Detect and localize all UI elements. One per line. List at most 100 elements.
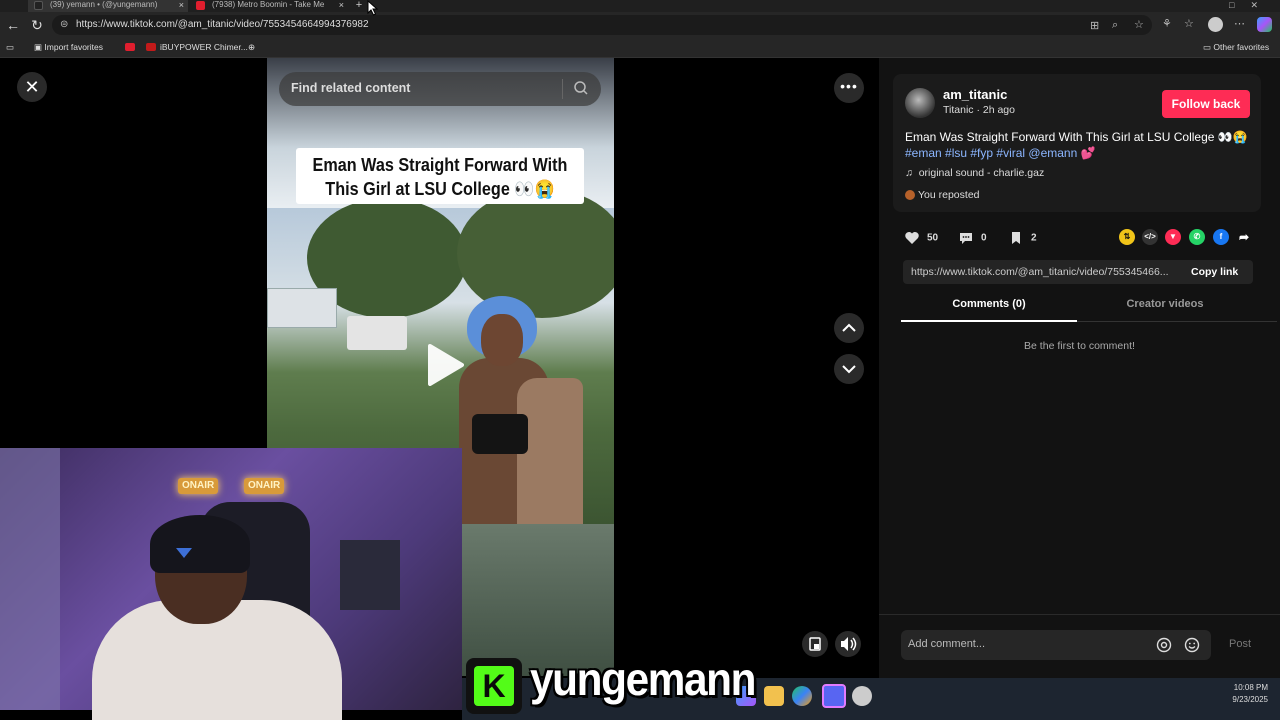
- comment-bar: Add comment... Post: [879, 614, 1280, 678]
- comment-input[interactable]: Add comment...: [901, 630, 1211, 660]
- browser-tab[interactable]: (7938) Metro Boomin - Take Me ×: [190, 0, 348, 12]
- pip-icon: [809, 637, 821, 651]
- favorites-icon[interactable]: ☆: [1184, 17, 1194, 30]
- import-favorites-link[interactable]: ▣ Import favorites: [34, 42, 103, 53]
- tab-comments[interactable]: Comments (0): [901, 298, 1077, 322]
- discord-icon[interactable]: [822, 684, 846, 708]
- repost-avatar-icon: [905, 190, 915, 201]
- volume-button[interactable]: [835, 631, 861, 657]
- chevron-down-icon: [842, 365, 856, 374]
- tab-creator-videos[interactable]: Creator videos: [1077, 298, 1253, 322]
- url-box[interactable]: ⊜ https://www.tiktok.com/@am_titanic/vid…: [52, 15, 1152, 35]
- zoom-icon[interactable]: ⌕: [1112, 19, 1118, 32]
- other-favorites-label: Other favorites: [1213, 42, 1270, 52]
- steam-icon[interactable]: [852, 686, 872, 706]
- copy-link-box: https://www.tiktok.com/@am_titanic/video…: [903, 260, 1253, 284]
- previous-video-button[interactable]: [834, 313, 864, 343]
- video-caption-text: Eman Was Straight Forward With This Girl…: [310, 153, 569, 201]
- url-text[interactable]: https://www.tiktok.com/@am_titanic/video…: [76, 19, 369, 30]
- sound-link[interactable]: ♫ original sound - charlie.gaz: [905, 167, 1044, 179]
- streamer-beanie: [150, 515, 250, 573]
- follow-back-button[interactable]: Follow back: [1162, 90, 1250, 118]
- bookmark-icon: [1012, 232, 1020, 244]
- clock-date: 9/23/2025: [1232, 695, 1268, 704]
- new-tab-button[interactable]: +: [352, 0, 366, 11]
- facebook-icon[interactable]: f: [1213, 229, 1229, 245]
- neon-sign-right: ONAIR: [244, 478, 285, 494]
- file-explorer-icon[interactable]: [764, 686, 784, 706]
- save-button[interactable]: 2: [1007, 229, 1037, 247]
- youtube-bookmark-icon[interactable]: [125, 43, 135, 51]
- heart-icon: [905, 232, 919, 244]
- comment-icon: [960, 233, 972, 244]
- back-arrow-icon[interactable]: ←: [4, 16, 22, 34]
- tree: [457, 188, 614, 318]
- youtube-favicon-icon: [196, 1, 205, 10]
- site-info-icon[interactable]: ⊜: [60, 19, 68, 30]
- post-details-panel: am_titanic Titanic · 2h ago Follow back …: [879, 58, 1280, 678]
- creator-subline: Titanic · 2h ago: [943, 104, 1015, 116]
- copilot-taskbar-icon[interactable]: [792, 686, 812, 706]
- comment-button[interactable]: 0: [957, 229, 987, 247]
- streamer-name-overlay: yungemann: [530, 653, 756, 705]
- video-link-text[interactable]: https://www.tiktok.com/@am_titanic/video…: [911, 266, 1183, 278]
- more-menu-icon[interactable]: ⋯: [1234, 17, 1245, 30]
- post-comment-button[interactable]: Post: [1229, 638, 1251, 650]
- caption-line-1: Eman Was Straight Forward With: [312, 155, 568, 175]
- chevron-up-icon: [842, 323, 856, 332]
- panel-tabs: Comments (0) Creator videos: [901, 298, 1277, 322]
- neon-sign-left: ONAIR: [178, 478, 219, 494]
- search-icon[interactable]: [573, 80, 589, 96]
- music-note-icon: ♫: [905, 167, 913, 179]
- comment-placeholder[interactable]: Add comment...: [908, 638, 985, 650]
- ibuypower-icon: [146, 43, 156, 51]
- more-options-button[interactable]: •••: [834, 73, 864, 103]
- person-top: [472, 414, 528, 454]
- find-related-search[interactable]: Find related content: [279, 72, 601, 106]
- close-tab-icon[interactable]: ×: [339, 0, 344, 10]
- favorite-star-icon[interactable]: ☆: [1134, 18, 1144, 31]
- post-description-text: Eman Was Straight Forward With This Girl…: [905, 130, 1248, 144]
- bookmarks-bar: ▭ ▣ Import favorites iBUYPOWER Chimer...…: [0, 38, 1280, 58]
- taskbar-clock[interactable]: 10:08 PM 9/23/2025: [1232, 682, 1268, 706]
- ibuypower-bookmark[interactable]: iBUYPOWER Chimer...: [160, 42, 248, 52]
- copilot-icon[interactable]: [1257, 17, 1272, 32]
- whatsapp-icon[interactable]: ✆: [1189, 229, 1205, 245]
- emoji-icon[interactable]: [1183, 636, 1201, 654]
- post-info-card: am_titanic Titanic · 2h ago Follow back …: [893, 74, 1261, 212]
- neon-signs: ONAIR ONAIR: [178, 478, 288, 496]
- browser-tab-active[interactable]: (39) yemann • (@yungemann) ×: [28, 0, 188, 12]
- other-favorites-link[interactable]: ▭ Other favorites: [1203, 42, 1269, 53]
- refresh-icon[interactable]: ↻: [28, 16, 46, 34]
- sidebar-toggle-icon[interactable]: ▭: [6, 42, 14, 53]
- search-divider: [562, 79, 563, 99]
- share-arrow-icon[interactable]: ➦: [1236, 229, 1252, 245]
- creator-avatar[interactable]: [905, 88, 935, 118]
- tent: [267, 288, 337, 328]
- extensions-icon[interactable]: ⚘: [1162, 17, 1172, 30]
- mention-icon[interactable]: [1155, 636, 1173, 654]
- next-video-button[interactable]: [834, 354, 864, 384]
- embed-code-icon[interactable]: </>: [1142, 229, 1158, 245]
- kick-logo-icon: K: [474, 666, 514, 706]
- send-to-friends-icon[interactable]: ▼: [1165, 229, 1181, 245]
- profile-avatar[interactable]: [1208, 17, 1223, 32]
- repost-share-icon[interactable]: ⇅: [1119, 229, 1135, 245]
- close-video-button[interactable]: ✕: [17, 72, 47, 102]
- search-placeholder[interactable]: Find related content: [291, 81, 410, 95]
- kick-logo: K: [466, 658, 522, 714]
- creator-username[interactable]: am_titanic: [943, 87, 1007, 102]
- truck: [347, 316, 407, 350]
- close-tab-icon[interactable]: ×: [179, 0, 184, 10]
- window-controls[interactable]: □✕: [1229, 0, 1274, 11]
- kick-favicon-icon: [34, 1, 43, 10]
- post-hashtags[interactable]: #eman #lsu #fyp #viral @emann 💕: [905, 145, 1255, 161]
- app-available-icon[interactable]: ⊞: [1090, 19, 1099, 32]
- import-favorites-label: Import favorites: [44, 42, 103, 52]
- mouse-cursor-icon: [367, 0, 379, 16]
- globe-bookmark-icon[interactable]: ⊕: [248, 42, 255, 53]
- play-icon[interactable]: [422, 342, 468, 388]
- like-button[interactable]: 50: [903, 229, 938, 247]
- picture-in-picture-button[interactable]: [802, 631, 828, 657]
- copy-link-button[interactable]: Copy link: [1191, 266, 1238, 278]
